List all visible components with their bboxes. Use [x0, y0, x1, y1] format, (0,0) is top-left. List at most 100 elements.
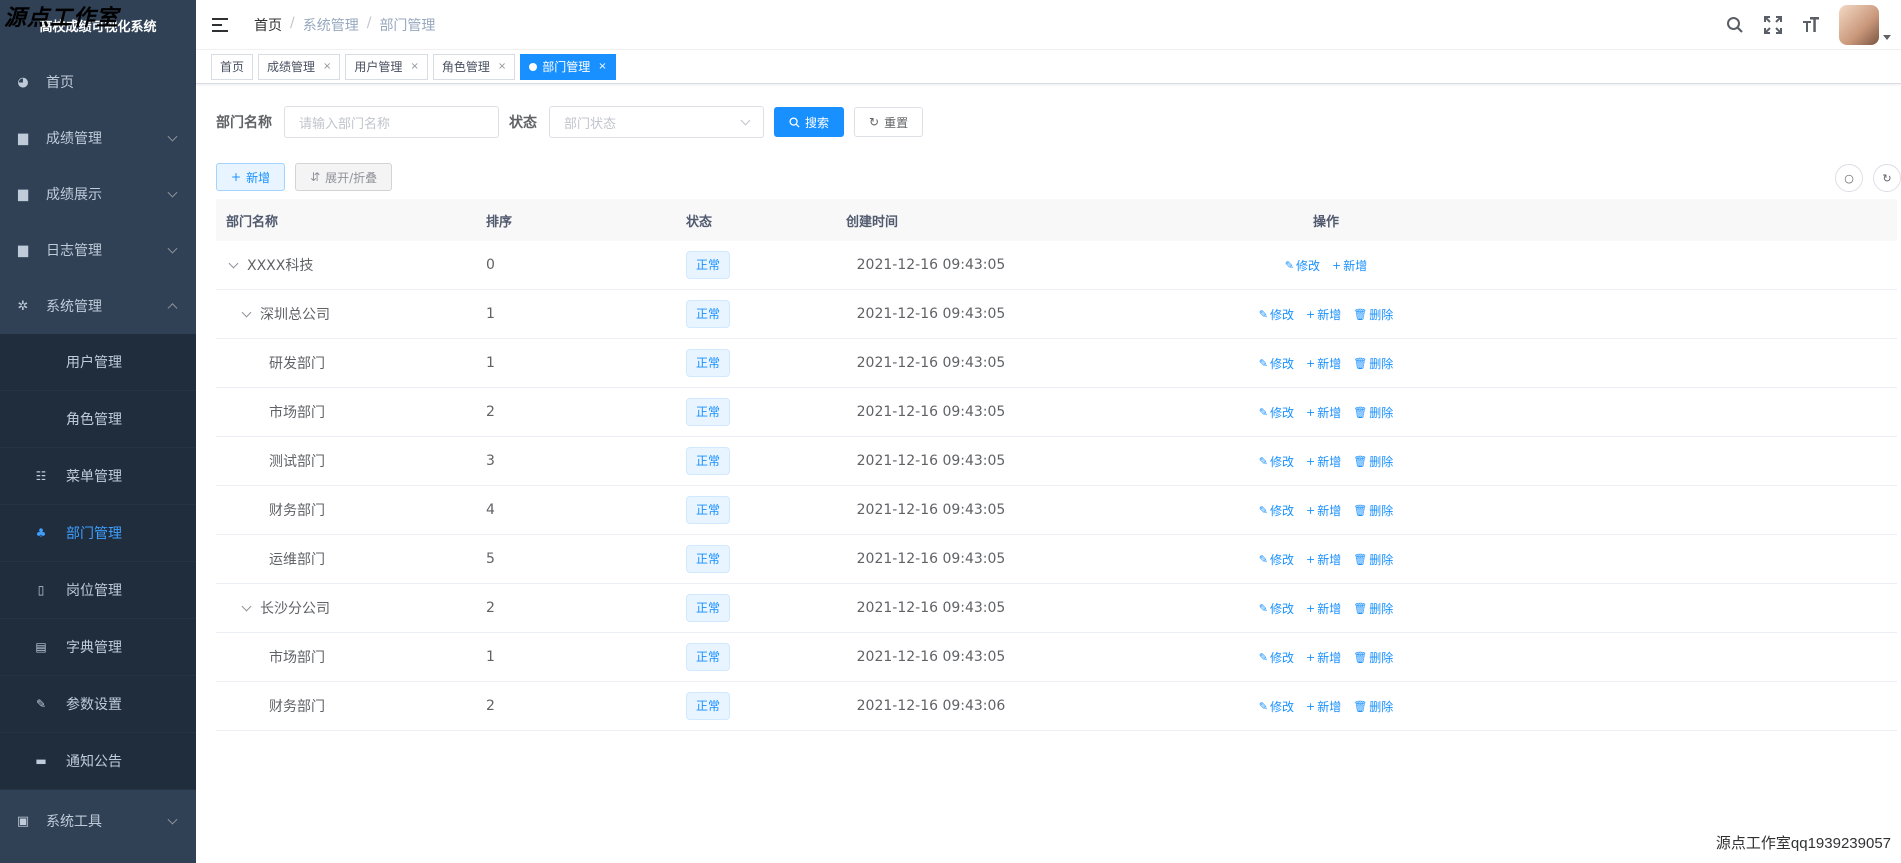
- chevron-down-icon: [167, 243, 178, 254]
- close-icon[interactable]: ×: [323, 61, 331, 72]
- tag-user-manage[interactable]: 用户管理 ×: [345, 53, 428, 80]
- time-cell: 2021-12-16 09:43:05: [856, 649, 1006, 665]
- sidebar-item-log-manage[interactable]: ▆ 日志管理: [0, 222, 196, 278]
- reset-button[interactable]: ↻ 重置: [854, 107, 924, 137]
- delete-link[interactable]: 🗑 删除: [1353, 355, 1393, 372]
- edit-link[interactable]: ✎ 修改: [1285, 257, 1320, 274]
- tag-score-manage[interactable]: 成绩管理 ×: [258, 53, 341, 80]
- status-cell: 正常: [676, 349, 806, 377]
- table-row: 市场部门 2 正常 2021-12-16 09:43:05 ✎ 修改 + 新增 🗑 删除: [216, 388, 1897, 437]
- close-icon[interactable]: ×: [410, 61, 418, 72]
- add-link[interactable]: + 新增: [1306, 453, 1341, 470]
- hamburger-icon[interactable]: [212, 17, 230, 32]
- edit-link[interactable]: ✎ 修改: [1259, 355, 1294, 372]
- sidebar-item-posts[interactable]: ▯ 岗位管理: [0, 562, 196, 619]
- add-link[interactable]: + 新增: [1332, 257, 1367, 274]
- edit-icon: ✎: [1258, 454, 1268, 468]
- delete-link[interactable]: 🗑 删除: [1353, 404, 1393, 421]
- add-link[interactable]: + 新增: [1306, 698, 1341, 715]
- search-icon[interactable]: [1725, 15, 1745, 35]
- tree-table-icon: ☷: [35, 469, 47, 483]
- expand-collapse-button[interactable]: ⇵ 展开/折叠: [295, 163, 393, 191]
- main-area: 首页 / 系统管理 / 部门管理 首页 成绩管理 × 用户管理 × 角色管理 × 部门…: [196, 0, 1901, 863]
- font-size-icon[interactable]: [1801, 15, 1821, 35]
- status-select[interactable]: 部门状态: [549, 106, 764, 138]
- sidebar-item-dict[interactable]: ▤ 字典管理: [0, 619, 196, 676]
- fullscreen-icon[interactable]: [1763, 15, 1783, 35]
- status-badge: 正常: [686, 300, 731, 328]
- close-icon[interactable]: ×: [498, 61, 506, 72]
- search-toggle-icon[interactable]: ○: [1835, 164, 1863, 192]
- edit-link[interactable]: ✎ 修改: [1259, 551, 1294, 568]
- name-cell: 测试部门: [216, 451, 476, 471]
- chevron-down-icon[interactable]: [241, 601, 252, 611]
- add-link[interactable]: + 新增: [1306, 404, 1341, 421]
- close-icon[interactable]: ×: [598, 61, 606, 72]
- delete-link[interactable]: 🗑 删除: [1353, 600, 1393, 617]
- sidebar-item-system-manage[interactable]: ✲ 系统管理: [0, 278, 196, 334]
- sidebar-item-score-manage[interactable]: ▆ 成绩管理: [0, 110, 196, 166]
- edit-icon: ✎: [1258, 405, 1268, 419]
- plus-icon: +: [1306, 454, 1316, 468]
- search-button[interactable]: 搜索: [774, 107, 845, 137]
- status-cell: 正常: [676, 643, 806, 671]
- add-link[interactable]: + 新增: [1306, 502, 1341, 519]
- delete-link[interactable]: 🗑 删除: [1353, 453, 1393, 470]
- delete-link[interactable]: 🗑 删除: [1353, 649, 1393, 666]
- sidebar-item-depts[interactable]: ♣ 部门管理: [0, 505, 196, 562]
- edit-icon: ✎: [1258, 307, 1268, 321]
- add-button-label: 新增: [246, 170, 271, 185]
- sidebar-item-score-display[interactable]: ▆ 成绩展示: [0, 166, 196, 222]
- time-cell: 2021-12-16 09:43:05: [856, 257, 1006, 273]
- app-logo: 高校成绩可视化系统 源点工作室: [0, 0, 196, 50]
- refresh-icon: ↻: [869, 115, 880, 129]
- sidebar-item-home[interactable]: ◕ 首页: [0, 54, 196, 110]
- op-cell: ✎ 修改 + 新增 🗑 删除: [1056, 306, 1596, 323]
- add-link[interactable]: + 新增: [1306, 600, 1341, 617]
- sidebar-item-menus[interactable]: ☷ 菜单管理: [0, 448, 196, 505]
- add-link[interactable]: + 新增: [1306, 649, 1341, 666]
- delete-link[interactable]: 🗑 删除: [1353, 306, 1393, 323]
- delete-label: 删除: [1369, 405, 1394, 420]
- delete-link[interactable]: 🗑 删除: [1353, 502, 1393, 519]
- dept-name-cell: XXXX科技: [247, 258, 314, 274]
- add-button[interactable]: + 新增: [216, 163, 286, 191]
- add-link[interactable]: + 新增: [1306, 551, 1341, 568]
- tag-label: 成绩管理: [267, 60, 316, 74]
- avatar[interactable]: [1839, 5, 1879, 45]
- tag-home[interactable]: 首页: [211, 53, 254, 80]
- tag-role-manage[interactable]: 角色管理 ×: [432, 53, 516, 80]
- tag-dept-manage[interactable]: 部门管理 ×: [520, 53, 616, 80]
- table-row: 运维部门 5 正常 2021-12-16 09:43:05 ✎ 修改 + 新增 🗑 删除: [216, 535, 1897, 584]
- status-placeholder: 部门状态: [564, 116, 617, 132]
- edit-link[interactable]: ✎ 修改: [1259, 502, 1294, 519]
- add-link[interactable]: + 新增: [1306, 306, 1341, 323]
- edit-link[interactable]: ✎ 修改: [1259, 600, 1294, 617]
- sort-cell: 3: [486, 453, 495, 469]
- dept-name-input[interactable]: 请输入部门名称: [284, 106, 499, 138]
- refresh-icon[interactable]: ↻: [1873, 164, 1901, 192]
- breadcrumb-home[interactable]: 首页: [254, 15, 282, 35]
- edit-link[interactable]: ✎ 修改: [1259, 453, 1294, 470]
- caret-down-icon[interactable]: [1883, 34, 1891, 40]
- chevron-down-icon[interactable]: [241, 307, 252, 317]
- sidebar-item-roles[interactable]: 角色管理: [0, 391, 196, 448]
- sidebar-item-config[interactable]: ✎ 参数设置: [0, 676, 196, 733]
- delete-link[interactable]: 🗑 删除: [1353, 551, 1393, 568]
- sidebar-item-users[interactable]: 用户管理: [0, 334, 196, 391]
- add-link[interactable]: + 新增: [1306, 355, 1341, 372]
- sidebar-item-notice[interactable]: ▬ 通知公告: [0, 733, 196, 790]
- edit-link[interactable]: ✎ 修改: [1259, 649, 1294, 666]
- toolbox-icon: ▣: [16, 813, 30, 829]
- status-cell: 正常: [676, 300, 806, 328]
- delete-label: 删除: [1369, 503, 1394, 518]
- edit-link[interactable]: ✎ 修改: [1259, 698, 1294, 715]
- sidebar-item-system-tools[interactable]: ▣ 系统工具: [0, 790, 196, 852]
- delete-link[interactable]: 🗑 删除: [1353, 698, 1393, 715]
- table-row: 研发部门 1 正常 2021-12-16 09:43:05 ✎ 修改 + 新增 🗑 删除: [216, 339, 1897, 388]
- edit-link[interactable]: ✎ 修改: [1259, 306, 1294, 323]
- add-label: 新增: [1317, 699, 1342, 714]
- edit-icon: ✎: [1258, 699, 1268, 713]
- chevron-down-icon[interactable]: [228, 258, 239, 268]
- edit-link[interactable]: ✎ 修改: [1259, 404, 1294, 421]
